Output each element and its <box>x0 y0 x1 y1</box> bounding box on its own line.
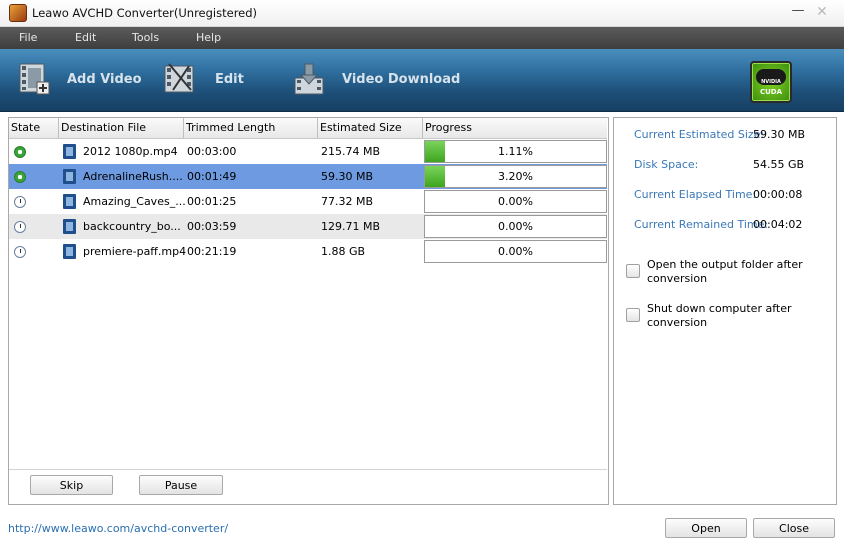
menu-file[interactable]: File <box>19 31 37 44</box>
clock-icon <box>14 221 26 233</box>
table-row[interactable]: Amazing_Caves_... 00:01:25 77.32 MB 0.00% <box>9 189 607 214</box>
shutdown-checkbox[interactable] <box>626 308 640 322</box>
progress-bar: 0.00% <box>424 240 607 263</box>
film-icon <box>63 144 76 159</box>
file-name: AdrenalineRush.... <box>83 170 183 183</box>
video-download-label[interactable]: Video Download <box>342 72 460 87</box>
table-row[interactable]: 2012 1080p.mp4 00:03:00 215.74 MB 1.11% <box>9 139 607 164</box>
nvidia-cuda-badge: NVIDIA CUDA <box>750 61 792 103</box>
col-destination-file[interactable]: Destination File <box>59 118 184 138</box>
clock-hand <box>20 199 21 203</box>
remained-time-value: 00:04:02 <box>753 218 803 231</box>
estimated-size: 1.88 GB <box>321 245 366 258</box>
file-name: Amazing_Caves_... <box>83 195 186 208</box>
shutdown-label[interactable]: Shut down computer after conversion <box>647 302 827 330</box>
open-folder-label[interactable]: Open the output folder after conversion <box>647 258 827 286</box>
progress-percent: 0.00% <box>498 245 533 258</box>
app-logo-icon <box>9 4 27 22</box>
converting-icon <box>14 146 26 158</box>
trimmed-length: 00:01:25 <box>187 195 237 208</box>
menu-tools[interactable]: Tools <box>132 31 159 44</box>
estimated-size: 129.71 MB <box>321 220 381 233</box>
menu-help[interactable]: Help <box>196 31 221 44</box>
trimmed-length: 00:01:49 <box>187 170 237 183</box>
estimated-size: 77.32 MB <box>321 195 374 208</box>
film-icon <box>63 194 76 209</box>
badge-nvidia-text: NVIDIA <box>761 79 781 85</box>
close-button[interactable]: Close <box>753 518 835 538</box>
progress-percent: 3.20% <box>498 170 533 183</box>
progress-bar: 1.11% <box>424 140 607 163</box>
close-window-icon[interactable]: ✕ <box>814 4 830 20</box>
edit-label[interactable]: Edit <box>215 72 244 87</box>
progress-percent: 1.11% <box>498 145 533 158</box>
minimize-icon[interactable]: — <box>790 4 806 20</box>
clock-icon <box>14 196 26 208</box>
table-row[interactable]: premiere-paff.mp4 00:21:19 1.88 GB 0.00% <box>9 239 607 264</box>
table-row[interactable]: backcountry_bo... 00:03:59 129.71 MB 0.00% <box>9 214 607 239</box>
col-progress[interactable]: Progress <box>423 118 607 138</box>
trimmed-length: 00:21:19 <box>187 245 237 258</box>
elapsed-time-value: 00:00:08 <box>753 188 803 201</box>
edit-video-icon <box>164 63 194 93</box>
add-video-icon <box>19 63 50 95</box>
menu-bar <box>0 27 844 49</box>
estimated-size: 59.30 MB <box>321 170 374 183</box>
disk-space-value: 54.55 GB <box>753 158 805 171</box>
progress-bar: 3.20% <box>424 165 607 188</box>
col-trimmed-length[interactable]: Trimmed Length <box>184 118 318 138</box>
badge-cuda-text: CUDA <box>759 88 783 96</box>
col-state[interactable]: State <box>9 118 59 138</box>
remained-time-label: Current Remained Time: <box>634 218 769 231</box>
converting-icon <box>14 171 26 183</box>
clock-hand <box>20 224 21 228</box>
video-download-icon <box>294 63 324 95</box>
menu-edit[interactable]: Edit <box>75 31 96 44</box>
film-icon <box>63 219 76 234</box>
clock-hand <box>20 249 21 253</box>
add-video-label[interactable]: Add Video <box>67 72 142 87</box>
current-estimated-size-label: Current Estimated Size: <box>634 128 765 141</box>
website-link[interactable]: http://www.leawo.com/avchd-converter/ <box>8 522 228 535</box>
current-estimated-size-value: 59.30 MB <box>753 128 806 141</box>
progress-bar: 0.00% <box>424 190 607 213</box>
skip-button[interactable]: Skip <box>30 475 113 495</box>
file-name: backcountry_bo... <box>83 220 181 233</box>
trimmed-length: 00:03:59 <box>187 220 237 233</box>
film-icon <box>63 244 76 259</box>
col-estimated-size[interactable]: Estimated Size <box>318 118 423 138</box>
divider <box>9 469 607 470</box>
file-name: 2012 1080p.mp4 <box>83 145 178 158</box>
open-button[interactable]: Open <box>665 518 747 538</box>
trimmed-length: 00:03:00 <box>187 145 237 158</box>
file-name: premiere-paff.mp4 <box>83 245 187 258</box>
clock-icon <box>14 246 26 258</box>
table-row[interactable]: AdrenalineRush.... 00:01:49 59.30 MB 3.20% <box>9 164 607 189</box>
estimated-size: 215.74 MB <box>321 145 381 158</box>
pause-button[interactable]: Pause <box>139 475 223 495</box>
disk-space-label: Disk Space: <box>634 158 699 171</box>
film-icon <box>63 169 76 184</box>
progress-percent: 0.00% <box>498 220 533 233</box>
progress-percent: 0.00% <box>498 195 533 208</box>
progress-bar: 0.00% <box>424 215 607 238</box>
window-title: Leawo AVCHD Converter(Unregistered) <box>32 6 258 20</box>
open-folder-checkbox[interactable] <box>626 264 640 278</box>
elapsed-time-label: Current Elapsed Time: <box>634 188 757 201</box>
